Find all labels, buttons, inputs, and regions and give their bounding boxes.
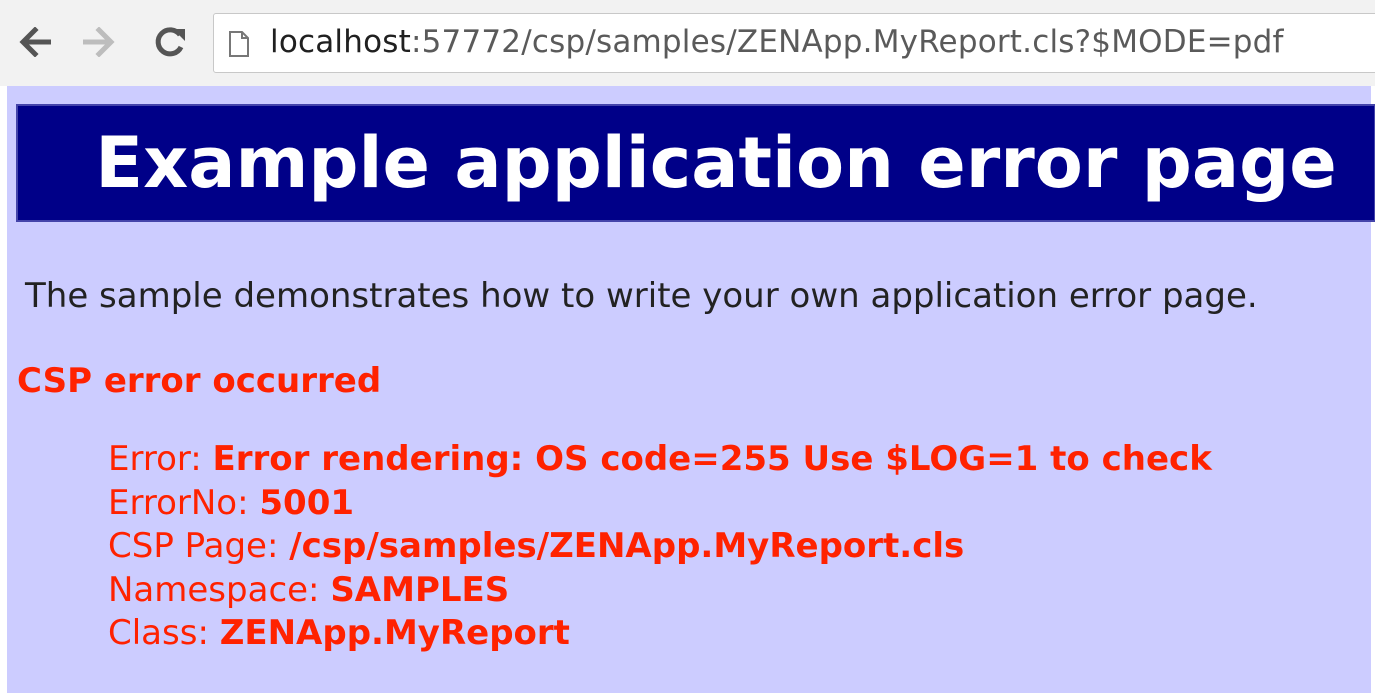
- detail-value: SAMPLES: [330, 569, 510, 610]
- detail-label: Error:: [108, 439, 213, 479]
- intro-text: The sample demonstrates how to write you…: [25, 276, 1258, 316]
- detail-label: CSP Page:: [108, 526, 290, 566]
- detail-namespace: Namespace: SAMPLES: [108, 569, 1212, 613]
- detail-value: Error rendering: OS code=255 Use $LOG=1 …: [212, 439, 1212, 479]
- detail-value: 5001: [259, 482, 355, 523]
- back-button[interactable]: [16, 22, 56, 62]
- reload-button[interactable]: [150, 22, 190, 62]
- detail-value: /csp/samples/ZENApp.MyReport.cls: [289, 526, 965, 566]
- page-content: Example application error page The sampl…: [7, 86, 1375, 693]
- detail-label: ErrorNo:: [108, 482, 260, 523]
- url-host: localhost: [270, 24, 411, 60]
- address-bar[interactable]: localhost:57772/csp/samples/ZENApp.MyRep…: [213, 13, 1375, 73]
- browser-toolbar: localhost:57772/csp/samples/ZENApp.MyRep…: [0, 0, 1375, 86]
- page-title: Example application error page: [95, 122, 1337, 204]
- detail-class: Class: ZENApp.MyReport: [108, 612, 1212, 656]
- url-path: :57772/csp/samples/ZENApp.MyReport.cls?$…: [410, 24, 1284, 60]
- error-heading: CSP error occurred: [17, 361, 382, 401]
- forward-button[interactable]: [78, 22, 118, 62]
- detail-value: ZENApp.MyReport: [219, 613, 570, 653]
- detail-csp-page: CSP Page: /csp/samples/ZENApp.MyReport.c…: [108, 525, 1212, 569]
- detail-label: Namespace:: [108, 569, 331, 610]
- detail-errorno: ErrorNo: 5001: [108, 482, 1212, 526]
- reload-icon: [155, 27, 185, 57]
- title-banner: Example application error page: [16, 104, 1375, 222]
- page-icon: [229, 31, 249, 57]
- error-details: Error: Error rendering: OS code=255 Use …: [108, 438, 1212, 656]
- detail-error: Error: Error rendering: OS code=255 Use …: [108, 438, 1212, 482]
- forward-arrow-icon: [83, 27, 115, 57]
- back-arrow-icon: [19, 27, 51, 57]
- detail-label: Class:: [108, 613, 220, 653]
- url-text: localhost:57772/csp/samples/ZENApp.MyRep…: [270, 22, 1284, 62]
